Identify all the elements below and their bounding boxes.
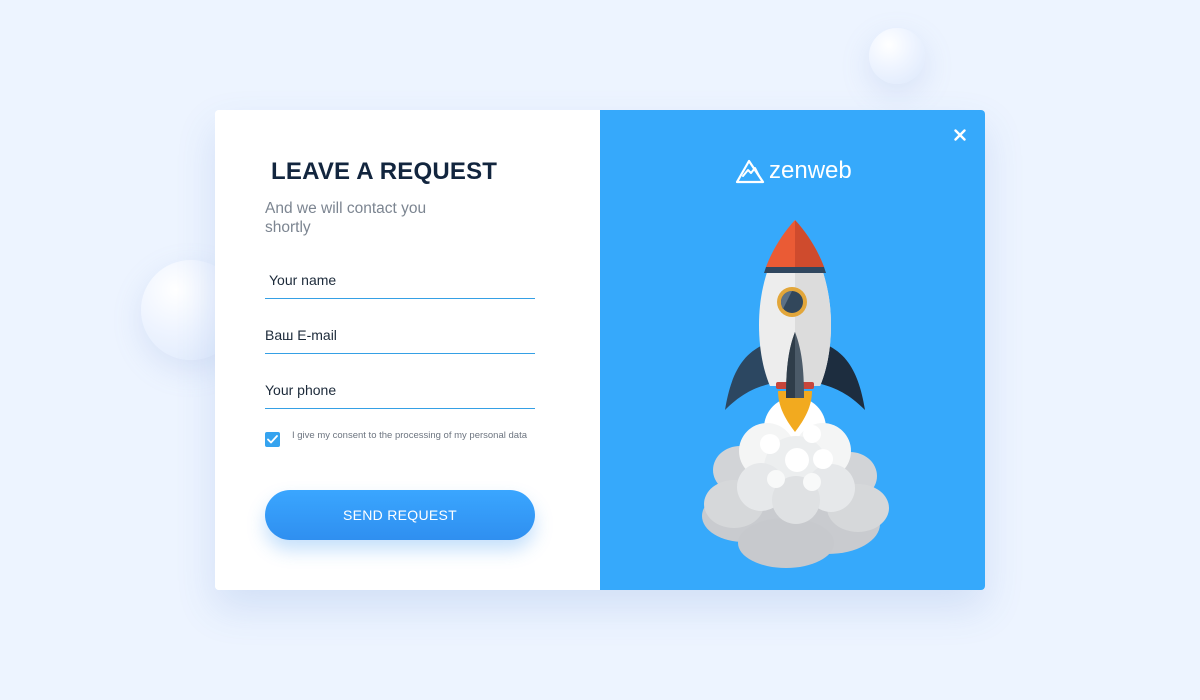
phone-input[interactable] — [265, 376, 535, 409]
request-modal: LEAVE A REQUEST And we will contact you … — [215, 110, 985, 590]
send-request-button[interactable]: SEND REQUEST — [265, 490, 535, 540]
consent-label: I give my consent to the processing of m… — [292, 430, 527, 441]
consent-checkbox[interactable] — [265, 432, 280, 447]
rocket-launch-illustration — [702, 220, 889, 568]
form-title: LEAVE A REQUEST — [271, 158, 498, 185]
brand-name: zenweb — [769, 157, 852, 184]
rocket — [725, 220, 865, 432]
decorative-bubble-top — [869, 28, 925, 84]
mountain-logo-icon — [735, 159, 765, 184]
close-button[interactable] — [949, 124, 971, 146]
email-input[interactable] — [265, 321, 535, 354]
page-background: LEAVE A REQUEST And we will contact you … — [0, 0, 1200, 700]
form-subtitle: And we will contact you shortly — [265, 200, 427, 236]
consent-row: I give my consent to the processing of m… — [265, 430, 535, 447]
check-icon — [267, 435, 278, 444]
illustration-panel: zenweb — [600, 110, 985, 590]
form-panel: LEAVE A REQUEST And we will contact you … — [215, 110, 600, 590]
brand-logo: zenweb — [735, 158, 852, 184]
name-input[interactable] — [265, 266, 535, 299]
close-icon — [954, 129, 966, 141]
